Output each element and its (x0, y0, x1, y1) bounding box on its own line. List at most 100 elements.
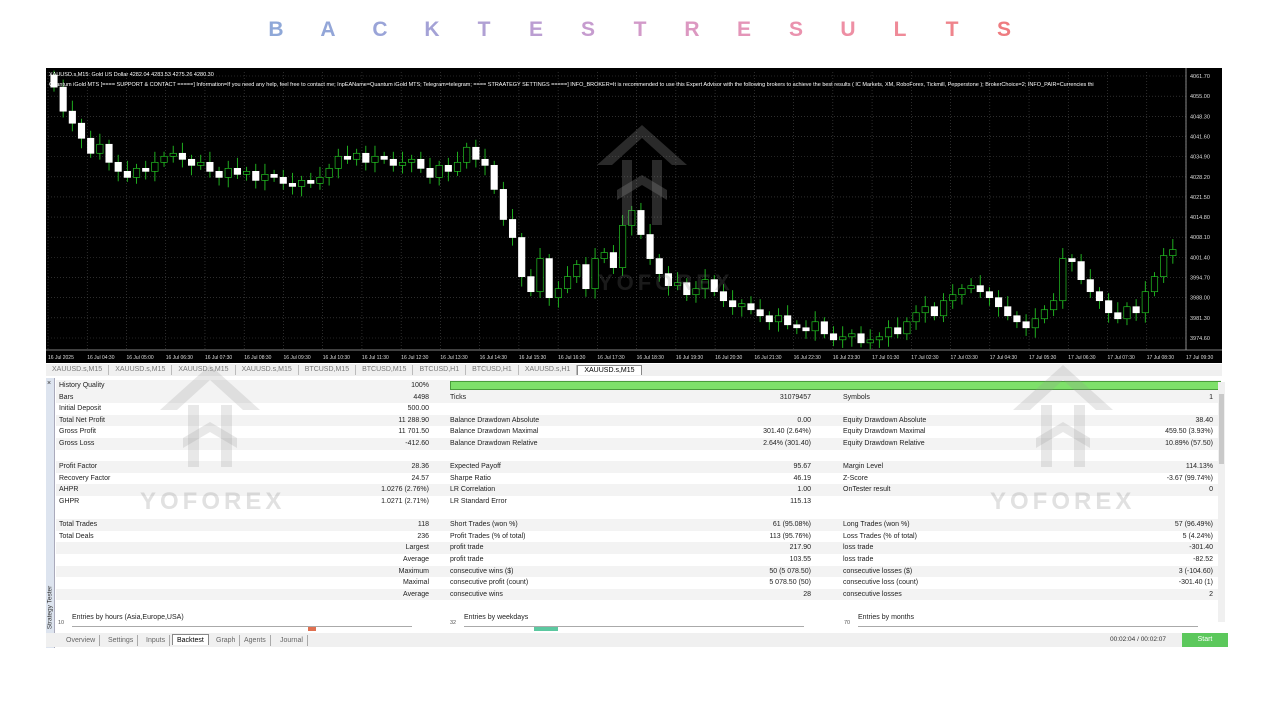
time-label: 17 Jul 01:30 (872, 355, 899, 361)
candle-bear (87, 137, 95, 154)
report-a-val: Average (403, 556, 429, 563)
tester-tabs: Overview Settings Inputs Backtest Graph Agent… (46, 633, 1228, 647)
candle-bull (884, 327, 893, 338)
elapsed-timer: 00:02:04 / 00:02:07 (1109, 636, 1166, 643)
report-a-label: Profit Factor (59, 463, 98, 471)
report-b-val: 5 078.50 (50) (769, 579, 811, 587)
tab-agents[interactable]: Agents (240, 635, 271, 646)
price-label: 4021.50 (1190, 195, 1210, 201)
candle-bull (1059, 258, 1067, 302)
candle-bull (408, 158, 416, 163)
time-label: 16 Jul 09:30 (283, 355, 310, 361)
report-c-label: OnTester result (843, 486, 891, 494)
candle-bull (435, 164, 443, 178)
report-a-val: Largest (405, 544, 429, 552)
report-b-label: consecutive profit (count) (450, 579, 529, 587)
chart-ea-comment: Quantum iGold MTS [==== SUPPORT & CONTAC… (49, 82, 1094, 88)
report-c-label: Equity Drawdown Maximal (843, 428, 926, 436)
tab-inputs[interactable]: Inputs (142, 635, 171, 646)
chart-tab[interactable]: BTCUSD,H1 (413, 365, 467, 375)
tab-settings[interactable]: Settings (104, 635, 139, 646)
report-a-label: History Quality (59, 382, 105, 389)
time-label: 16 Jul 19:30 (676, 355, 703, 361)
time-label: 16 Jul 20:30 (715, 355, 742, 361)
title-letter: A (320, 18, 336, 41)
chart-tab[interactable]: XAUUSD.s,M15 (577, 365, 642, 375)
report-row: Total Deals 236 Profit Trades (% of total)… (56, 531, 1221, 543)
title-letter: S (580, 18, 595, 41)
report-b-val: 61 (95.08%) (772, 521, 811, 529)
report-b-label: Balance Drawdown Relative (450, 440, 538, 447)
candle-bear (582, 264, 590, 290)
time-label: 16 Jul 18:30 (637, 355, 664, 361)
report-a-label: Recovery Factor (59, 474, 111, 482)
candle-bull (811, 321, 819, 332)
candle-bear (77, 122, 86, 139)
candle-bear (499, 189, 507, 220)
candle-bear (270, 174, 278, 178)
candle-bear (362, 152, 370, 163)
hist-bar (308, 627, 316, 631)
report-c-val: 3 (-104.60) (1178, 567, 1213, 575)
report-b-label: profit trade (450, 544, 484, 552)
report-row: Maximum consecutive wins ($) 50 (5 078.50)… (56, 565, 1221, 578)
candle-bull (316, 177, 324, 184)
time-label: 16 Jul 21:30 (754, 355, 781, 361)
candle-bear (527, 276, 535, 293)
report-b-val: 217.90 (789, 544, 811, 552)
report-b-label: Short Trades (won %) (450, 521, 518, 529)
chart-header: XAUUSD.s,M15: Gold US Dollar 4282.04 428… (49, 70, 1169, 90)
candle-bull (261, 174, 269, 181)
hist-axis (858, 626, 1198, 627)
candle-bull (197, 161, 205, 166)
report-b-label: Ticks (450, 393, 467, 401)
close-icon[interactable]: × (47, 380, 51, 387)
chart-tab[interactable]: XAUUSD.s,M15 (46, 365, 110, 375)
candle-bear (472, 146, 480, 160)
candle-bull (738, 303, 746, 308)
report-b-val: 31079457 (779, 393, 811, 401)
report-a-label: GHPR (59, 498, 80, 505)
report-b-label: Expected Payoff (450, 463, 501, 471)
candle-bear (1013, 315, 1021, 323)
candle-bull (353, 152, 361, 160)
title-letter: K (424, 18, 440, 41)
candle-bull (774, 315, 783, 323)
vertical-scrollbar[interactable] (1218, 382, 1225, 622)
candle-bull (1150, 276, 1159, 293)
report-c-val: 10.89% (57.50) (1165, 440, 1213, 447)
price-label: 3974.60 (1190, 336, 1210, 342)
report-a-val: 1.0271 (2.71%) (381, 498, 429, 505)
start-button[interactable]: Start (1182, 633, 1228, 647)
chart-tab[interactable]: BTCUSD,H1 (466, 365, 519, 375)
candle-bear (481, 158, 489, 166)
hist-entries-by-hours: 10 Entries by hours (Asia,Europe,USA) (58, 614, 428, 631)
candle-bull (1123, 306, 1131, 320)
candle-bear (995, 297, 1003, 308)
tab-backtest[interactable]: Backtest (172, 634, 209, 645)
tab-journal[interactable]: Journal (276, 635, 308, 646)
candle-bear (820, 321, 828, 335)
chart-tab[interactable]: BTCUSD,M15 (299, 365, 357, 375)
report-b-val: 28 (803, 590, 811, 598)
tab-overview[interactable]: Overview (62, 635, 101, 646)
report-b-label: Balance Drawdown Maximal (450, 428, 539, 436)
candle-bear (490, 164, 498, 190)
report-a-val: 4498 (413, 393, 429, 401)
candle-bear (1086, 279, 1094, 293)
tab-graph[interactable]: Graph (212, 635, 241, 646)
candle-bear (802, 327, 810, 332)
time-label: 16 Jul 11:30 (362, 355, 389, 361)
chart-tab[interactable]: BTCUSD,M15 (356, 365, 414, 375)
candle-bull (949, 294, 957, 302)
report-b-val: 2.64% (301.40) (763, 440, 811, 447)
chart-tab[interactable]: XAUUSD.s,H1 (519, 365, 578, 375)
title-letter: S (996, 18, 1011, 41)
candle-bull (1141, 291, 1149, 314)
scrollbar-thumb[interactable] (1219, 394, 1224, 464)
time-label: 17 Jul 03:30 (951, 355, 978, 361)
candle-bear (793, 324, 801, 329)
report-c-label: Z-Score (843, 474, 868, 482)
price-label: 4055.00 (1190, 94, 1210, 100)
report-c-label: consecutive losses ($) (843, 567, 913, 575)
